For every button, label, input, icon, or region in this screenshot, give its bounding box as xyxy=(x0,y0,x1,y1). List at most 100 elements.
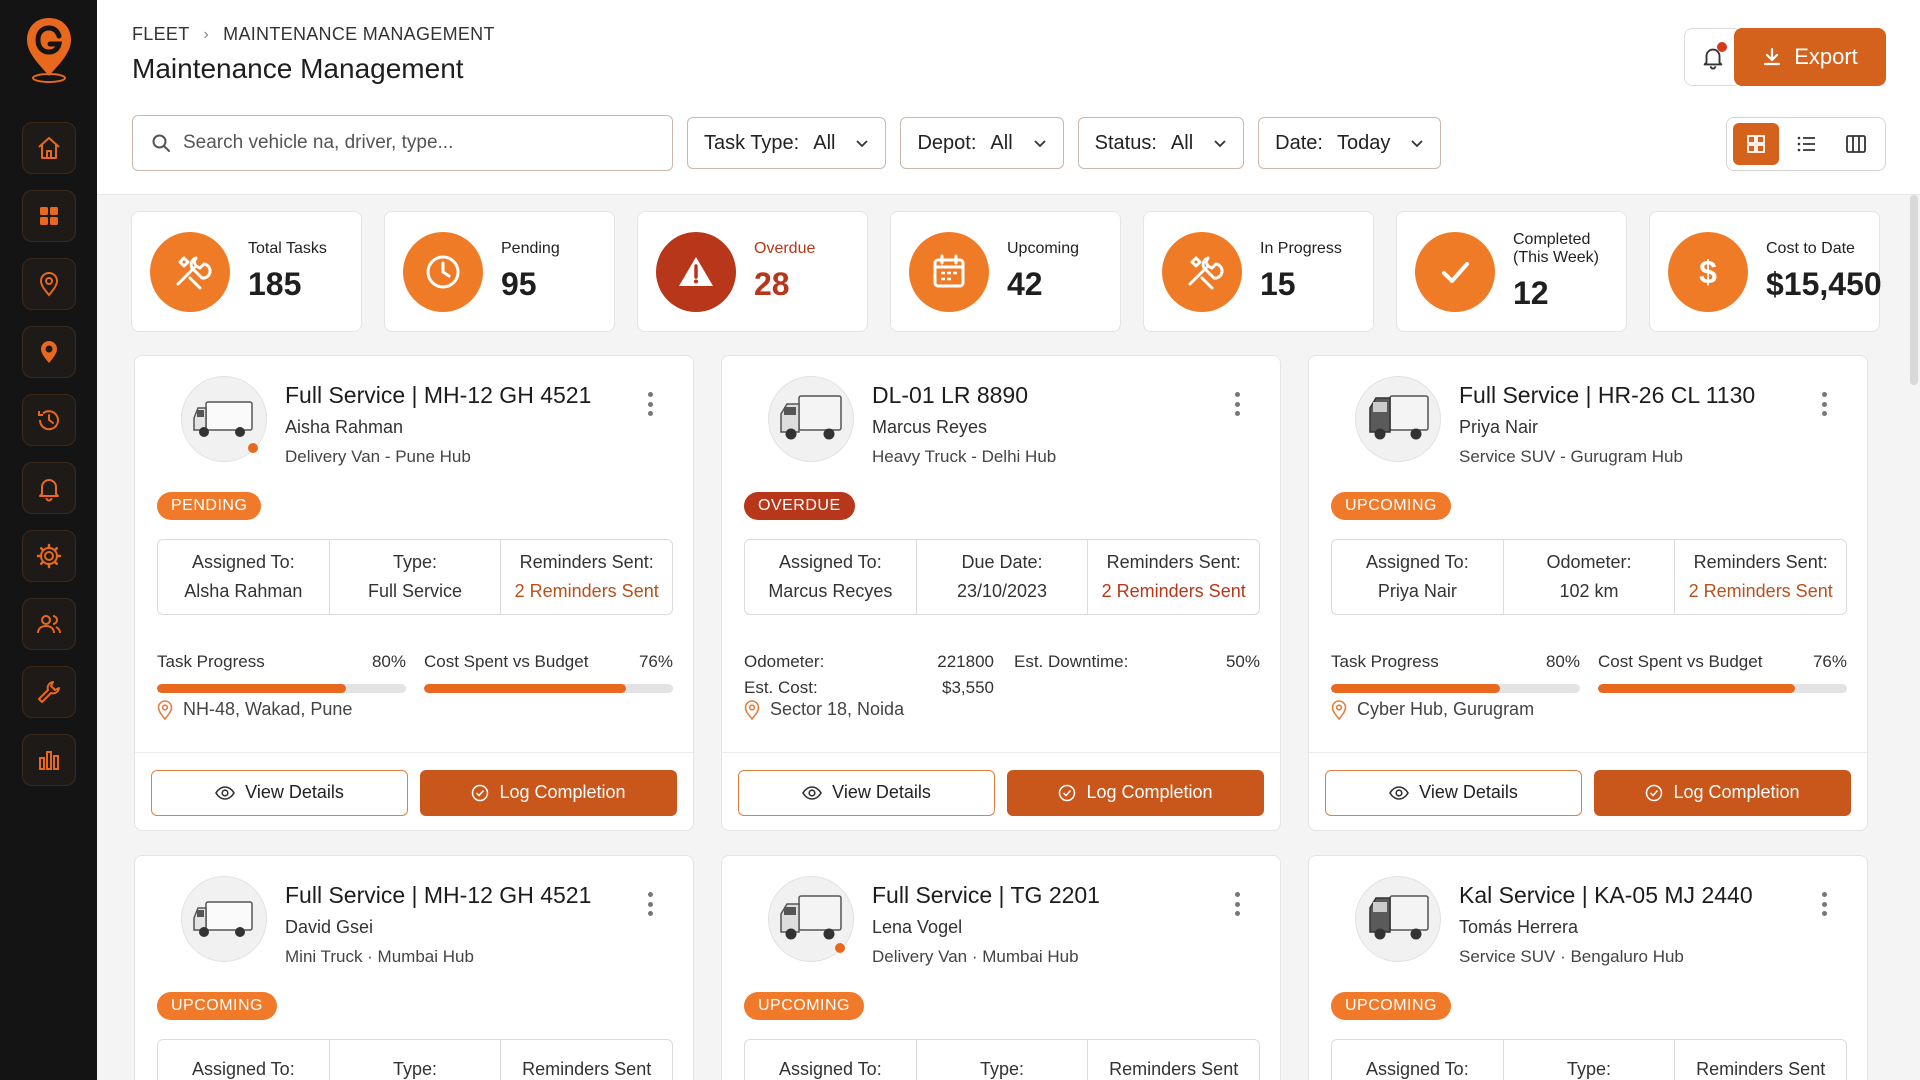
log-completion-button[interactable]: Log Completion xyxy=(420,769,677,816)
home-icon xyxy=(37,137,60,159)
search-input[interactable] xyxy=(183,132,623,154)
vehicle-avatar xyxy=(181,876,267,962)
filter-bar: Task Type: All Depot: All Status: All Da… xyxy=(132,115,1442,171)
more-options-icon[interactable] xyxy=(1234,892,1240,916)
vehicle-avatar xyxy=(181,376,267,462)
view-details-button[interactable]: View Details xyxy=(151,769,408,816)
chevron-down-icon xyxy=(1034,140,1046,148)
info-label: Assigned To: xyxy=(1365,1058,1469,1079)
status-badge: UPCOMING xyxy=(744,992,864,1020)
card-driver: Aisha Rahman xyxy=(285,417,404,437)
card-subtitle: Service SUV - Gurugram Hub xyxy=(1459,447,1683,466)
cost-fill xyxy=(424,684,626,693)
more-options-icon[interactable] xyxy=(1234,392,1240,416)
stat-card-upcoming: Upcoming 42 xyxy=(890,211,1121,332)
wrench-icon xyxy=(37,681,60,703)
status-badge: PENDING xyxy=(157,492,262,520)
more-options-icon[interactable] xyxy=(647,892,653,916)
info-label: Assigned To: xyxy=(778,1058,882,1079)
stat-label: Total Tasks xyxy=(248,240,327,257)
reminders-link[interactable]: 2 Reminders Sent xyxy=(1689,581,1833,602)
card-driver: Lena Vogel xyxy=(872,917,963,937)
info-label: Type: xyxy=(1566,1058,1612,1079)
sidebar-item-history[interactable] xyxy=(21,394,76,446)
van-icon xyxy=(193,401,253,437)
task-card-grid: Full Service | MH-12 GH 4521 Aisha Rahma… xyxy=(134,355,1868,1080)
more-options-icon[interactable] xyxy=(1821,892,1827,916)
users-icon xyxy=(36,615,61,634)
task-card[interactable]: Kal Service | KA-05 MJ 2440 Tomás Herrer… xyxy=(1308,855,1868,1080)
depot-select[interactable]: Depot: All xyxy=(900,117,1064,169)
location-text: Sector 18, Noida xyxy=(770,699,905,719)
status-select[interactable]: Status: All xyxy=(1077,117,1245,169)
progress-bar xyxy=(1331,684,1580,693)
cost-bar xyxy=(424,684,673,693)
eye-icon xyxy=(1389,785,1410,800)
check-circle-icon xyxy=(472,784,489,801)
info-label: Reminders Sent xyxy=(1696,1058,1826,1079)
est-cost-label: Est. Cost: xyxy=(744,678,818,697)
cost-fill xyxy=(1598,684,1795,693)
van-icon xyxy=(193,901,253,937)
info-label: Assigned To: xyxy=(778,552,882,572)
sidebar-item-settings[interactable] xyxy=(21,530,76,582)
more-options-icon[interactable] xyxy=(1821,392,1827,416)
task-card[interactable]: DL-01 LR 8890 Marcus Reyes Heavy Truck -… xyxy=(721,355,1281,831)
sidebar-item-home[interactable] xyxy=(21,122,76,174)
sidebar-item-dashboard[interactable] xyxy=(21,190,76,242)
location-pin-icon xyxy=(157,699,173,720)
info-label: Type: xyxy=(392,552,438,572)
app-logo[interactable] xyxy=(18,14,80,84)
list-view-button[interactable] xyxy=(1783,123,1829,165)
sidebar-item-reports[interactable] xyxy=(21,734,76,786)
info-value: 23/10/2023 xyxy=(956,581,1048,601)
vehicle-avatar xyxy=(1355,876,1441,962)
location-text: NH-48, Wakad, Pune xyxy=(183,699,353,719)
card-driver: Priya Nair xyxy=(1459,417,1539,437)
task-card[interactable]: Full Service | TG 2201 Lena Vogel Delive… xyxy=(721,855,1281,1080)
scrollbar[interactable] xyxy=(1910,195,1918,385)
dashboard-grid-icon xyxy=(39,207,58,225)
log-completion-label: Log Completion xyxy=(499,782,626,802)
grid-view-button[interactable] xyxy=(1733,123,1779,165)
more-options-icon[interactable] xyxy=(647,392,653,416)
cost-label: Cost Spent vs Budget xyxy=(424,652,589,671)
route-pin-icon xyxy=(40,341,57,363)
view-details-button[interactable]: View Details xyxy=(1325,769,1582,816)
reminders-link[interactable]: 2 Reminders Sent xyxy=(1102,581,1246,602)
task-type-select[interactable]: Task Type: All xyxy=(687,117,887,169)
card-title: Full Service | TG 2201 xyxy=(872,882,1100,908)
view-details-button[interactable]: View Details xyxy=(738,769,995,816)
download-icon xyxy=(1764,47,1781,66)
sidebar-item-location[interactable] xyxy=(21,258,76,310)
reminders-link[interactable]: 2 Reminders Sent xyxy=(515,581,659,602)
breadcrumb-fleet[interactable]: FLEET xyxy=(132,24,190,45)
checkmark-icon xyxy=(1415,231,1495,312)
sidebar-item-routes[interactable] xyxy=(21,326,76,378)
board-view-button[interactable] xyxy=(1833,123,1879,165)
task-card[interactable]: Full Service | MH-12 GH 4521 David Gsei … xyxy=(134,855,694,1080)
log-completion-button[interactable]: Log Completion xyxy=(1007,769,1264,816)
sidebar-item-users[interactable] xyxy=(21,598,76,650)
card-title: Full Service | HR-26 CL 1130 xyxy=(1459,382,1756,408)
vehicle-avatar xyxy=(768,376,854,462)
status-value: All xyxy=(1170,131,1194,154)
card-actions: View Details Log Completion xyxy=(135,752,693,832)
card-title: DL-01 LR 8890 xyxy=(872,382,1028,408)
sidebar-nav xyxy=(21,122,76,786)
depot-value: All xyxy=(990,131,1013,154)
task-card[interactable]: Full Service | HR-26 CL 1130 Priya Nair … xyxy=(1308,355,1868,831)
truck-icon xyxy=(780,395,842,440)
status-label: Status: xyxy=(1094,131,1157,154)
info-label: Reminders Sent xyxy=(1109,1058,1239,1079)
log-completion-button[interactable]: Log Completion xyxy=(1594,769,1851,816)
info-value: 102 km xyxy=(1559,581,1619,601)
task-card[interactable]: Full Service | MH-12 GH 4521 Aisha Rahma… xyxy=(134,355,694,831)
export-button[interactable]: Export xyxy=(1734,28,1886,86)
info-label: Assigned To: xyxy=(191,1058,295,1079)
info-value: Marcus Recyes xyxy=(768,581,893,601)
stat-label: Upcoming xyxy=(1007,240,1080,257)
sidebar-item-maintenance[interactable] xyxy=(21,666,76,718)
date-select[interactable]: Date: Today xyxy=(1258,117,1442,169)
sidebar-item-notifications[interactable] xyxy=(21,462,76,514)
